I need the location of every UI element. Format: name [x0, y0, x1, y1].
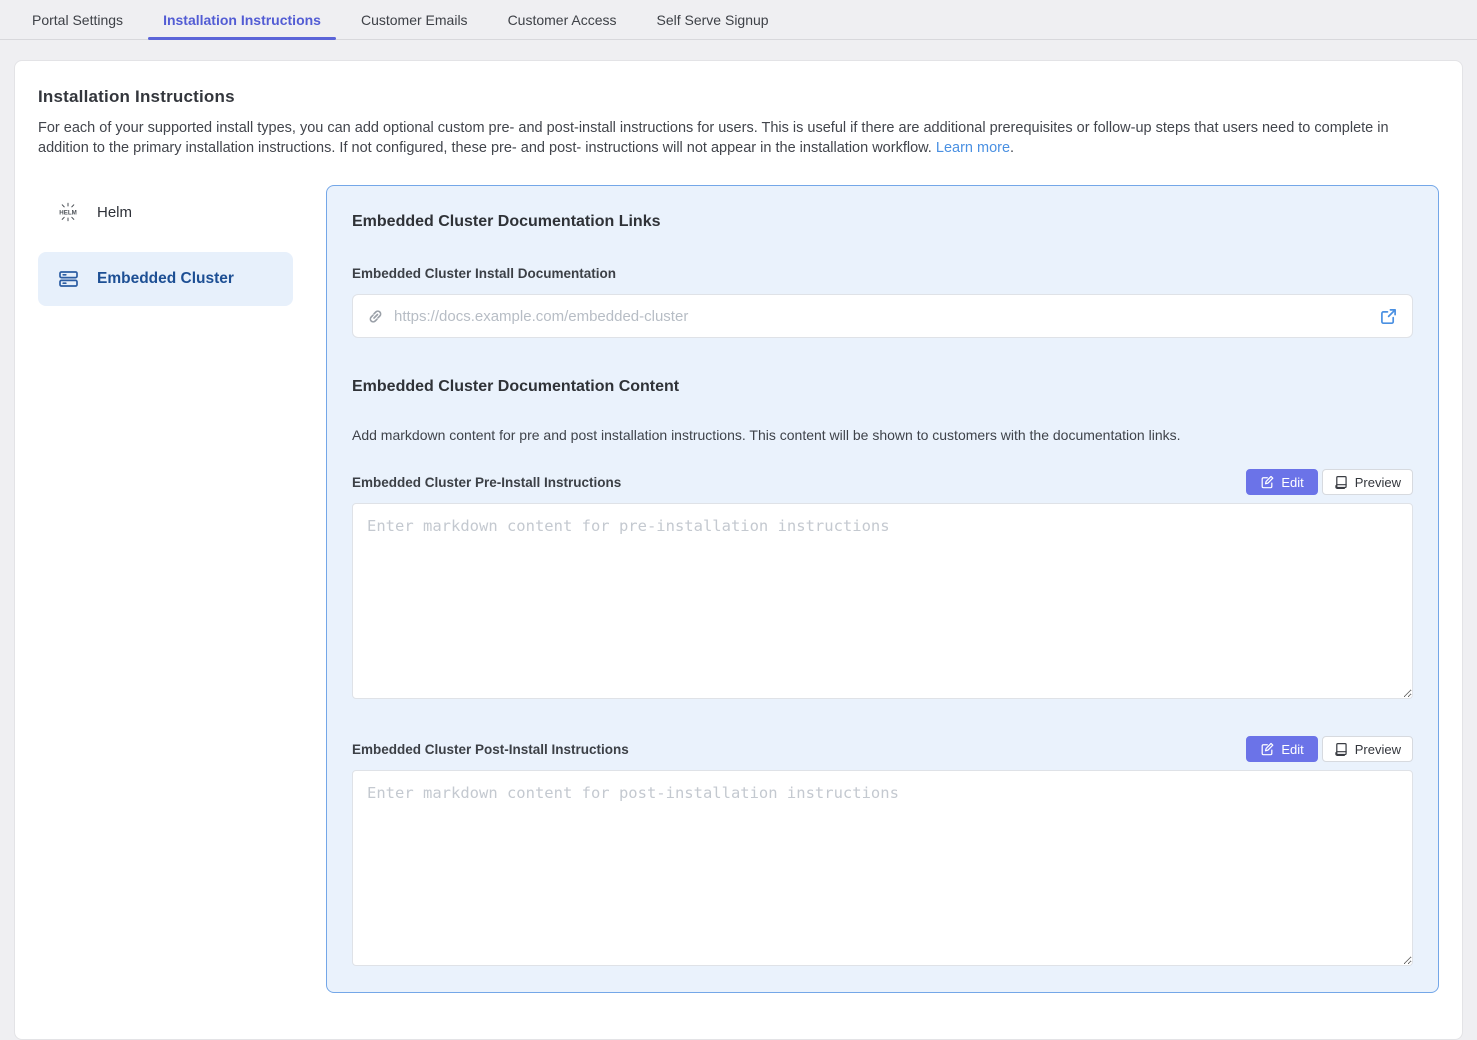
tab-customer-emails[interactable]: Customer Emails [346, 0, 483, 39]
install-doc-url-input[interactable] [394, 308, 1368, 325]
edit-button-label: Edit [1281, 475, 1303, 490]
page-title: Installation Instructions [38, 87, 1439, 107]
content-section-description: Add markdown content for pre and post in… [352, 427, 1413, 443]
edit-button-label: Edit [1281, 742, 1303, 757]
content-section-title: Embedded Cluster Documentation Content [352, 378, 1413, 396]
open-external-link-icon[interactable] [1378, 306, 1399, 327]
post-install-textarea[interactable] [352, 770, 1413, 966]
preview-button-label: Preview [1355, 742, 1401, 757]
post-install-preview-button[interactable]: Preview [1322, 736, 1413, 762]
pre-install-label-row: Embedded Cluster Pre-Install Instruction… [352, 469, 1413, 495]
edit-icon [1260, 475, 1274, 489]
sidebar-item-label: Embedded Cluster [97, 270, 234, 288]
tab-installation-instructions[interactable]: Installation Instructions [148, 0, 336, 39]
content-row: HELM Helm Embedded Cluster Embedded Clus… [38, 185, 1439, 1015]
sidebar-item-label: Helm [97, 204, 132, 221]
period-text: . [1010, 140, 1014, 156]
tab-self-serve-signup[interactable]: Self Serve Signup [642, 0, 784, 39]
install-doc-label: Embedded Cluster Install Documentation [352, 266, 1413, 281]
install-type-sidebar: HELM Helm Embedded Cluster [38, 185, 293, 306]
pre-install-textarea[interactable] [352, 503, 1413, 699]
book-icon [1334, 475, 1348, 490]
post-install-mode-toggle: Edit Preview [1246, 736, 1413, 762]
pre-install-mode-toggle: Edit Preview [1246, 469, 1413, 495]
embedded-cluster-panel: Embedded Cluster Documentation Links Emb… [326, 185, 1439, 993]
tab-portal-settings[interactable]: Portal Settings [17, 0, 138, 39]
links-section-title: Embedded Cluster Documentation Links [352, 213, 1413, 231]
install-doc-url-field [352, 294, 1413, 338]
content-card: Installation Instructions For each of yo… [14, 60, 1463, 1040]
pre-install-preview-button[interactable]: Preview [1322, 469, 1413, 495]
post-install-label: Embedded Cluster Post-Install Instructio… [352, 742, 629, 757]
svg-text:HELM: HELM [59, 209, 77, 216]
server-stack-icon [57, 269, 79, 289]
learn-more-link[interactable]: Learn more [936, 140, 1010, 156]
preview-button-label: Preview [1355, 475, 1401, 490]
post-install-edit-button[interactable]: Edit [1246, 736, 1317, 762]
page-description-text: For each of your supported install types… [38, 120, 1389, 156]
helm-logo-icon: HELM [57, 202, 79, 222]
post-install-label-row: Embedded Cluster Post-Install Instructio… [352, 736, 1413, 762]
book-icon [1334, 742, 1348, 757]
edit-icon [1260, 742, 1274, 756]
pre-install-label: Embedded Cluster Pre-Install Instruction… [352, 475, 621, 490]
tab-bar: Portal Settings Installation Instruction… [0, 0, 1477, 40]
sidebar-item-embedded-cluster[interactable]: Embedded Cluster [38, 252, 293, 306]
tab-customer-access[interactable]: Customer Access [493, 0, 632, 39]
pre-install-edit-button[interactable]: Edit [1246, 469, 1317, 495]
link-icon [367, 308, 384, 325]
page-description: For each of your supported install types… [38, 118, 1439, 158]
sidebar-item-helm[interactable]: HELM Helm [38, 185, 293, 239]
